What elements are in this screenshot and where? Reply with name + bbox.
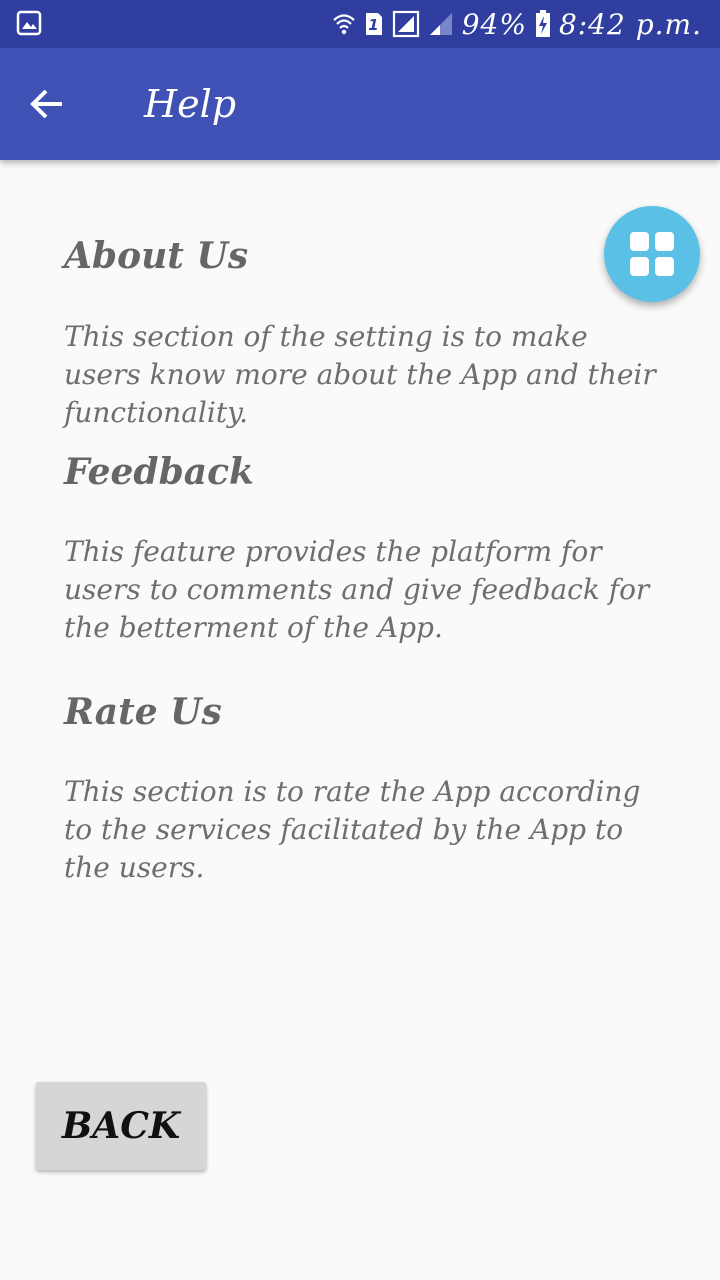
battery-level: 94% [461,7,527,41]
arrow-back-icon[interactable] [28,84,68,124]
sim-icon: 1 [364,11,384,37]
section-about-us: About Us [64,234,664,278]
back-button[interactable]: BACK [36,1082,206,1170]
section-feedback: Feedback [64,450,664,494]
status-bar: 1 94% 8:42 p.m. [0,0,720,48]
section-body: This section of the setting is to make u… [64,320,656,429]
section-title: Feedback [64,451,254,493]
signal-icon [428,11,454,37]
wifi-icon [332,11,356,37]
page-title: Help [144,82,237,126]
section-title: Rate Us [64,691,222,733]
section-title: About Us [64,235,249,277]
app-bar: Help [0,48,720,160]
section-rate-us: Rate Us [64,690,664,734]
section-feedback-body: This feature provides the platform for u… [64,533,664,647]
status-icons: 1 94% 8:42 p.m. [332,6,702,42]
section-body: This feature provides the platform for u… [64,535,650,644]
sim-slot-label: 1 [368,16,379,34]
battery-charging-icon [535,10,551,38]
section-rate-us-body: This section is to rate the App accordin… [64,773,664,887]
section-about-us-body: This section of the setting is to make u… [64,318,664,432]
section-body: This section is to rate the App accordin… [64,775,641,884]
no-signal-icon [392,10,420,38]
clock: 8:42 p.m. [558,7,702,41]
gallery-notification-icon [16,10,42,36]
